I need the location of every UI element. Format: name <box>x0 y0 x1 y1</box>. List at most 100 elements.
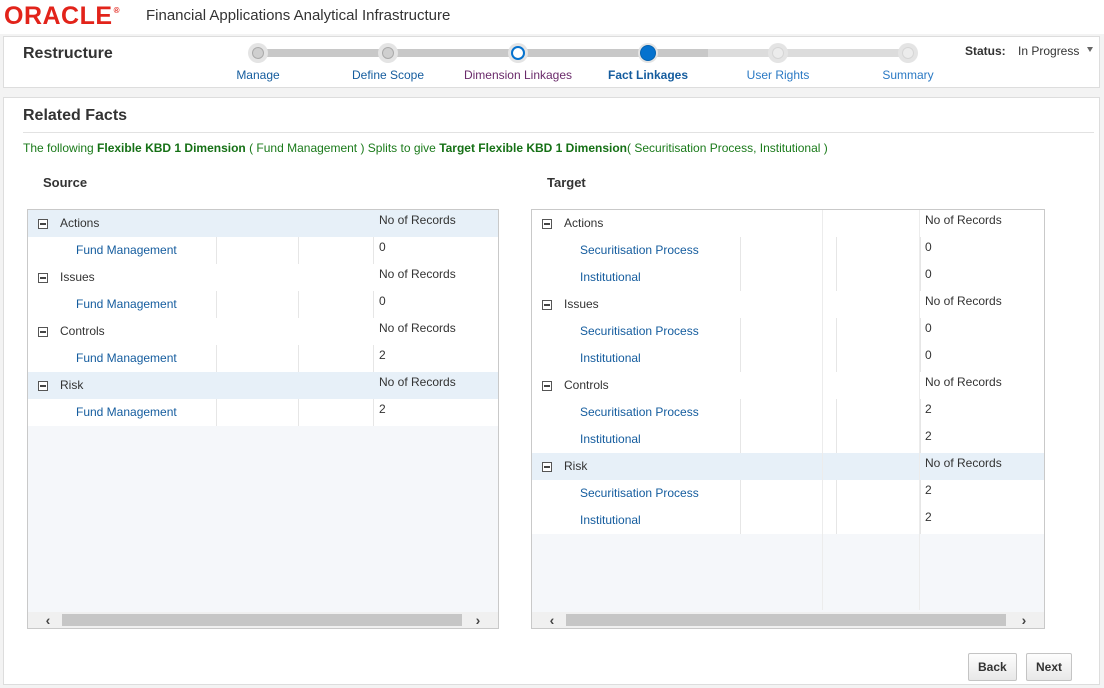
collapse-icon[interactable] <box>38 327 48 337</box>
tree-row[interactable]: Fund Management 0 <box>28 291 498 318</box>
train-step-fact-linkages[interactable]: Fact Linkages <box>608 68 688 82</box>
column-divider <box>740 318 741 345</box>
tree-item-link[interactable]: Fund Management <box>76 345 177 372</box>
column-divider <box>836 426 837 453</box>
train-stop-manage-icon[interactable] <box>248 43 268 63</box>
tree-row[interactable]: Institutional 0 <box>532 264 1044 291</box>
tree-row-group[interactable]: Issues No of Records <box>28 264 498 291</box>
scrollbar-thumb[interactable] <box>62 614 462 626</box>
tree-group-label: Risk <box>60 378 84 392</box>
train-step-dimension-linkages[interactable]: Dimension Linkages <box>464 68 572 82</box>
column-divider <box>836 480 837 507</box>
status-dropdown-icon[interactable] <box>1087 47 1093 52</box>
app-title: Financial Applications Analytical Infras… <box>146 7 451 24</box>
tree-row[interactable]: Institutional 0 <box>532 345 1044 372</box>
tree-item-link[interactable]: Fund Management <box>76 399 177 426</box>
records-header: No of Records <box>379 213 456 227</box>
scrollbar-thumb[interactable] <box>566 614 1006 626</box>
tree-item-link[interactable]: Fund Management <box>76 291 177 318</box>
train-step-define-scope[interactable]: Define Scope <box>352 68 424 82</box>
column-divider <box>919 210 920 610</box>
tree-item-link[interactable]: Securitisation Process <box>580 399 699 426</box>
train-stop-define-scope-icon[interactable] <box>378 43 398 63</box>
tree-row-group[interactable]: Issues No of Records <box>532 291 1044 318</box>
column-divider <box>920 345 921 372</box>
tree-row[interactable]: Institutional 2 <box>532 426 1044 453</box>
records-header: No of Records <box>925 456 1002 470</box>
collapse-icon[interactable] <box>542 219 552 229</box>
status-value[interactable]: In Progress <box>1018 44 1079 58</box>
tree-row[interactable]: Fund Management 0 <box>28 237 498 264</box>
top-bar: ORACLE® Financial Applications Analytica… <box>0 0 1104 34</box>
page-title: Restructure <box>23 45 113 62</box>
column-divider <box>920 318 921 345</box>
collapse-icon[interactable] <box>38 219 48 229</box>
tree-row-group[interactable]: Risk No of Records <box>532 453 1044 480</box>
collapse-icon[interactable] <box>38 273 48 283</box>
source-tree-table[interactable]: Actions No of Records Fund Management 0 Issu… <box>27 209 499 629</box>
column-divider <box>836 318 837 345</box>
main-panel: Related Facts The following Flexible KBD… <box>3 97 1100 685</box>
tree-row[interactable]: Fund Management 2 <box>28 345 498 372</box>
column-divider <box>740 426 741 453</box>
column-divider <box>740 345 741 372</box>
collapse-icon[interactable] <box>542 381 552 391</box>
tree-row-group[interactable]: Controls No of Records <box>532 372 1044 399</box>
records-header: No of Records <box>379 321 456 335</box>
records-count: 0 <box>925 240 932 254</box>
tree-row-group[interactable]: Risk No of Records <box>28 372 498 399</box>
column-divider <box>373 291 374 318</box>
records-count: 2 <box>379 402 386 416</box>
horizontal-scrollbar[interactable]: ‹ › <box>28 612 498 628</box>
tree-item-link[interactable]: Securitisation Process <box>580 480 699 507</box>
tree-row-group[interactable]: Controls No of Records <box>28 318 498 345</box>
source-heading: Source <box>43 175 88 190</box>
train-stop-dimension-linkages-icon[interactable] <box>508 43 528 63</box>
scroll-right-icon[interactable]: › <box>1014 612 1034 628</box>
section-divider <box>23 132 1094 133</box>
collapse-icon[interactable] <box>542 300 552 310</box>
collapse-icon[interactable] <box>38 381 48 391</box>
target-heading: Target <box>547 175 586 190</box>
column-divider <box>836 264 837 291</box>
tree-item-link[interactable]: Institutional <box>580 264 641 291</box>
scroll-right-icon[interactable]: › <box>468 612 488 628</box>
tree-item-link[interactable]: Securitisation Process <box>580 237 699 264</box>
tree-row-group[interactable]: Actions No of Records <box>28 210 498 237</box>
tree-row-group[interactable]: Actions No of Records <box>532 210 1044 237</box>
records-count: 2 <box>925 483 932 497</box>
train-step-summary: Summary <box>882 68 934 82</box>
column-divider <box>920 237 921 264</box>
column-divider <box>740 507 741 534</box>
back-button[interactable]: Back <box>968 653 1017 681</box>
column-divider <box>298 399 299 426</box>
target-tree-table[interactable]: Actions No of Records Securitisation Proce… <box>531 209 1045 629</box>
records-count: 0 <box>379 294 386 308</box>
train-stop-dot <box>772 47 784 59</box>
tree-row[interactable]: Fund Management 2 <box>28 399 498 426</box>
tree-item-link[interactable]: Fund Management <box>76 237 177 264</box>
column-divider <box>920 507 921 534</box>
tree-item-link[interactable]: Institutional <box>580 507 641 534</box>
column-divider <box>216 237 217 264</box>
train-stop-dot <box>252 47 264 59</box>
tree-item-link[interactable]: Securitisation Process <box>580 318 699 345</box>
tree-item-link[interactable]: Institutional <box>580 426 641 453</box>
train-step-manage[interactable]: Manage <box>236 68 279 82</box>
records-count: 0 <box>925 348 932 362</box>
column-divider <box>822 210 823 610</box>
collapse-icon[interactable] <box>542 462 552 472</box>
scroll-left-icon[interactable]: ‹ <box>542 612 562 628</box>
tree-row[interactable]: Securitisation Process 0 <box>532 237 1044 264</box>
train-stop-fact-linkages-icon[interactable] <box>638 43 658 63</box>
tree-row[interactable]: Institutional 2 <box>532 507 1044 534</box>
next-button[interactable]: Next <box>1026 653 1073 681</box>
tree-row[interactable]: Securitisation Process 2 <box>532 480 1044 507</box>
tree-item-link[interactable]: Institutional <box>580 345 641 372</box>
train-stop-dot <box>511 46 525 60</box>
scroll-left-icon[interactable]: ‹ <box>38 612 58 628</box>
tree-row[interactable]: Securitisation Process 2 <box>532 399 1044 426</box>
column-divider <box>216 291 217 318</box>
horizontal-scrollbar[interactable]: ‹ › <box>532 612 1044 628</box>
tree-row[interactable]: Securitisation Process 0 <box>532 318 1044 345</box>
